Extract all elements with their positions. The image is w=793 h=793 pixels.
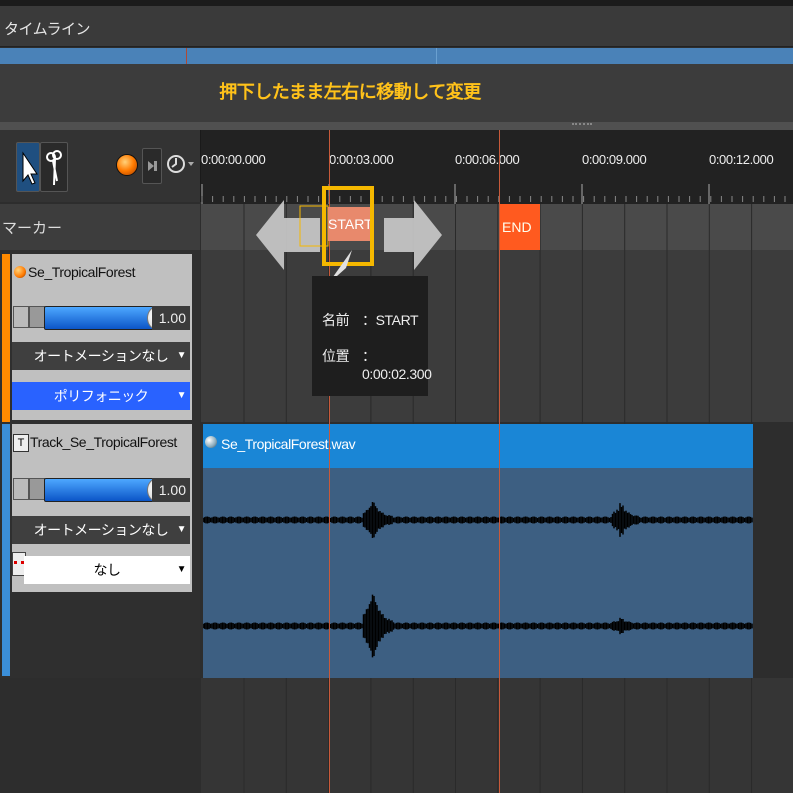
clock-menu-button[interactable] (166, 152, 198, 176)
select-tool-button[interactable] (16, 142, 40, 192)
marker-tooltip: 名前 ：START 位置 ：0:00:02.300 (312, 276, 432, 396)
track-color-strip (2, 254, 10, 422)
effect-value: なし (93, 562, 122, 578)
waveform (202, 502, 753, 658)
automation-value: オートメーションなし (33, 522, 169, 538)
panel-title-bar: タイムライン (0, 6, 793, 47)
track-name[interactable]: Track_Se_TropicalForest (30, 434, 177, 450)
meter-icon (29, 306, 45, 328)
audio-clip-header[interactable]: Se_TropicalForest.wav (203, 424, 753, 468)
end-marker[interactable]: END (500, 204, 540, 250)
track-color-strip (2, 424, 10, 676)
overview-bar[interactable] (0, 48, 793, 64)
ruler-tick-label: 0:00:03.000 (329, 152, 394, 167)
volume-value[interactable]: 1.00 (152, 478, 190, 502)
marker-header: マーカー (0, 204, 200, 250)
end-marker-label: END (502, 219, 532, 235)
track-name[interactable]: Se_TropicalForest (28, 264, 135, 280)
marker-left-arrow-icon (256, 200, 320, 270)
track-header-2: T Track_Se_TropicalForest 1.00 オートメーションな… (0, 422, 200, 678)
volume-slider[interactable] (44, 306, 167, 330)
text-track-icon[interactable]: T (13, 434, 29, 452)
select-arrow-icon (22, 151, 38, 185)
tooltip-name-label: 名前 (322, 312, 350, 328)
ruler-tick-label: 0:00:00.000 (201, 152, 266, 167)
tooltip-pos-value: ：0:00:02.300 (362, 348, 432, 382)
meter-icon (29, 478, 45, 500)
marker-right-arrow-icon (384, 200, 442, 270)
overview-divider (436, 48, 437, 64)
hint-text: 押下したまま左右に移動して変更 (219, 82, 481, 102)
chevron-down-icon: ▼ (176, 524, 187, 535)
tool-row (0, 130, 201, 202)
track-record-icon[interactable] (14, 266, 26, 278)
ruler-tick-label: 0:00:12.000 (709, 152, 774, 167)
cut-tool-button[interactable] (40, 142, 68, 192)
step-icon (148, 161, 157, 171)
panel-title: タイムライン (4, 21, 90, 38)
tooltip-name-value: ：START (362, 312, 419, 328)
audio-clip-waveform[interactable] (202, 468, 753, 678)
mode-value: ポリフォニック (53, 388, 149, 404)
splitter-grip-icon[interactable] (572, 123, 592, 129)
track-header-1: Se_TropicalForest 1.00 オートメーションなし ▼ ポリフォ… (0, 250, 200, 422)
ruler-tick-label: 0:00:09.000 (582, 152, 647, 167)
automation-dropdown[interactable]: オートメーションなし ▼ (12, 342, 190, 370)
marker-header-label: マーカー (2, 220, 63, 237)
effect-dropdown[interactable]: なし ▼ (24, 556, 190, 584)
scissors-icon (46, 150, 62, 186)
step-button[interactable] (142, 148, 162, 184)
record-icon[interactable] (116, 154, 138, 176)
automation-value: オートメーションなし (33, 348, 169, 364)
mute-icon[interactable] (13, 478, 29, 500)
chevron-down-icon: ▼ (176, 350, 187, 361)
mute-icon[interactable] (13, 306, 29, 328)
volume-slider[interactable] (44, 478, 167, 502)
chevron-down-icon: ▼ (176, 390, 187, 401)
clip-name: Se_TropicalForest.wav (221, 436, 356, 452)
automation-dropdown[interactable]: オートメーションなし ▼ (12, 516, 190, 544)
mode-dropdown[interactable]: ポリフォニック ▼ (12, 382, 190, 410)
tooltip-pos-label: 位置 (322, 348, 350, 364)
audio-icon (205, 436, 217, 448)
volume-value[interactable]: 1.00 (152, 306, 190, 330)
panel-splitter[interactable] (0, 122, 793, 130)
clock-icon (167, 155, 194, 173)
ruler-tick-label: 0:00:06.000 (455, 152, 520, 167)
chevron-down-icon: ▼ (176, 564, 187, 575)
